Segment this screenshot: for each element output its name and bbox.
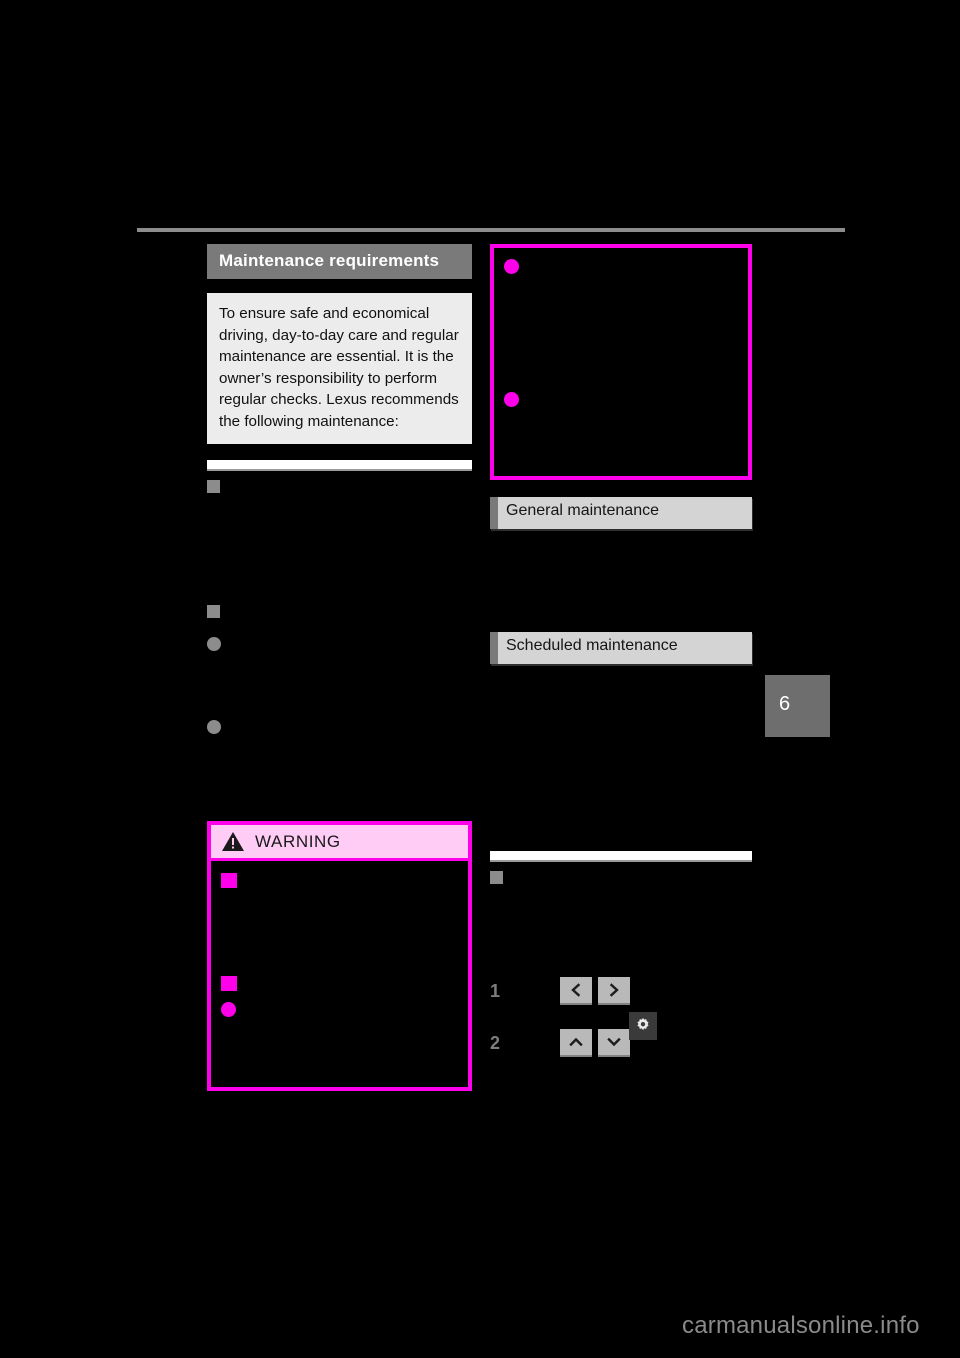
- warning-box: WARNING: [207, 821, 472, 1091]
- header-accent-bar: [490, 497, 498, 529]
- body-text-block: [490, 676, 752, 841]
- notice-item: [504, 389, 738, 407]
- step-number: 1: [490, 980, 501, 1001]
- subhead-reset-reminder: Resetting the maintenance reminder: [490, 868, 752, 886]
- header-accent-bar: [490, 632, 498, 664]
- subhead-rule-block: [207, 460, 472, 470]
- step-list: 1 2: [490, 974, 752, 1060]
- header-general-maintenance: General maintenance: [490, 497, 752, 529]
- notice-box: [490, 244, 752, 480]
- page-top-rule-right: [641, 228, 845, 232]
- subhead-do-it-yourself: Do-it-yourself maintenance: [207, 477, 472, 495]
- step-number: 2: [490, 1032, 501, 1053]
- warning-body: [211, 861, 468, 1087]
- body-text-block: [207, 500, 472, 586]
- header-scheduled-maintenance: Scheduled maintenance: [490, 632, 752, 664]
- step-row-1: 1: [490, 974, 752, 1008]
- square-bullet-icon: [207, 604, 220, 618]
- chevron-left-icon[interactable]: [560, 977, 592, 1006]
- chevron-right-icon[interactable]: [598, 977, 630, 1006]
- warning-triangle-icon: [222, 832, 244, 851]
- square-bullet-icon: [490, 871, 503, 884]
- list-item: [207, 634, 472, 651]
- square-bullet-icon: [207, 480, 220, 494]
- subhead-label: Resetting the maintenance reminder: [509, 869, 751, 885]
- circle-bullet-icon: [504, 259, 519, 274]
- intro-paragraph: To ensure safe and economical driving, d…: [219, 305, 459, 430]
- watermark: carmanualsonline.info: [682, 1312, 920, 1339]
- square-bullet-icon: [221, 873, 237, 888]
- body-text-block: [490, 890, 752, 960]
- square-bullet-icon: [221, 976, 237, 991]
- subhead-rule-line: [490, 860, 752, 862]
- body-text-block: [490, 541, 752, 615]
- right-column: General maintenance Scheduled maintenanc…: [490, 244, 752, 1078]
- chevron-down-icon[interactable]: [598, 1029, 630, 1058]
- chapter-tab: 6: [765, 675, 830, 737]
- section-title-bar: Maintenance requirements: [207, 244, 472, 279]
- chevron-up-icon[interactable]: [560, 1029, 592, 1058]
- list-item: [207, 717, 472, 734]
- circle-bullet-icon: [504, 392, 519, 407]
- circle-bullet-icon: [221, 1002, 236, 1017]
- warning-header: WARNING: [211, 825, 468, 861]
- step-row-2: 2: [490, 1026, 752, 1060]
- notice-item: [504, 256, 738, 274]
- subhead-secondary: [207, 602, 472, 618]
- page-top-rule-left: [137, 228, 641, 232]
- chapter-number: 6: [779, 693, 791, 715]
- subhead-rule-line: [207, 469, 472, 472]
- page-title: Maintenance requirements: [219, 251, 440, 270]
- subhead-rule-block: [490, 851, 752, 860]
- warning-item: [221, 999, 458, 1017]
- manual-page: Maintenance requirements To ensure safe …: [0, 0, 960, 1358]
- circle-bullet-icon: [207, 636, 221, 651]
- warning-item: [221, 870, 458, 888]
- circle-bullet-icon: [207, 719, 221, 734]
- header-label: Scheduled maintenance: [506, 637, 678, 654]
- warning-label: WARNING: [255, 831, 341, 851]
- left-column: Maintenance requirements To ensure safe …: [207, 244, 472, 740]
- intro-panel: To ensure safe and economical driving, d…: [207, 293, 472, 445]
- warning-item: [221, 973, 458, 991]
- gear-icon[interactable]: [629, 1012, 657, 1040]
- header-label: General maintenance: [506, 502, 659, 519]
- subhead-label: Do-it-yourself maintenance: [226, 478, 407, 495]
